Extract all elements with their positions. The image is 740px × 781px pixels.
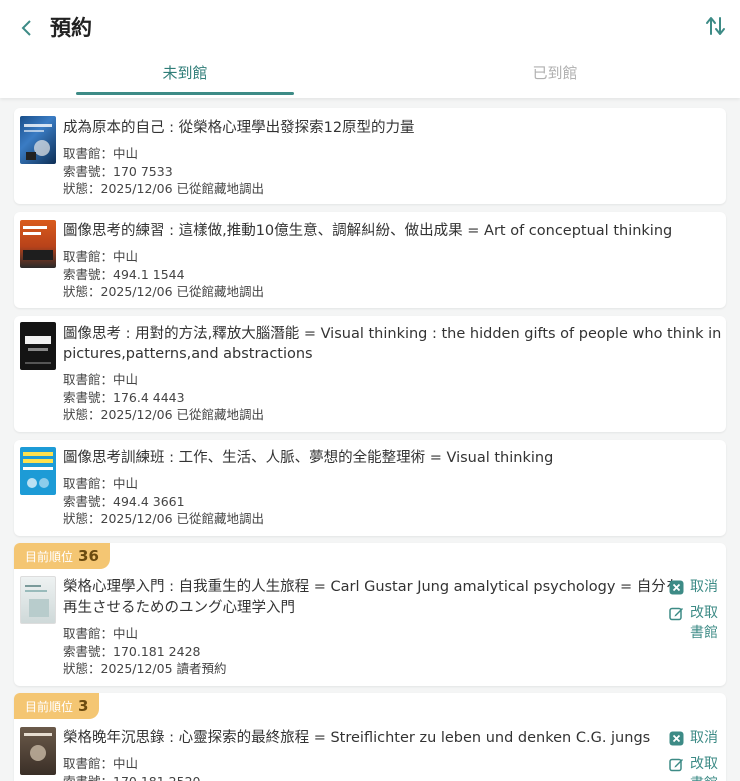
call-number: 索書號：176.4 4443	[63, 390, 185, 405]
book-title: 成為原本的自己 : 從榮格心理學出發探索12原型的力量	[63, 120, 415, 136]
call-number: 索書號：494.1 1544	[63, 267, 185, 282]
status-text: 狀態：2025/12/05 讀者預約	[63, 661, 227, 676]
book-cover	[20, 220, 56, 268]
queue-position-badge: 目前順位 3	[14, 693, 100, 719]
status-text: 狀態：2025/12/06 已從館藏地調出	[63, 511, 265, 526]
queue-label: 目前順位	[25, 549, 74, 564]
cancel-button[interactable]: 取消	[669, 728, 718, 748]
close-box-icon	[669, 731, 684, 746]
pickup-branch: 取書館：中山	[63, 756, 139, 771]
book-cover	[20, 727, 56, 775]
book-title: 圖像思考訓練班 : 工作、生活、人脈、夢想的全能整理術 = Visual thi…	[63, 450, 554, 466]
reservation-card[interactable]: 目前順位 3 榮格晚年沉思錄 : 心靈探索的最終旅程 = Streiflicht…	[14, 693, 726, 781]
call-number: 索書號：170.181 2520	[63, 773, 200, 781]
app-header: 預約 未到館 已到館	[0, 0, 740, 98]
book-title-line-2: 再生させるためのユング心理学入門	[63, 600, 295, 616]
page-title: 預約	[50, 16, 92, 40]
close-box-icon	[669, 580, 684, 595]
change-branch-button[interactable]: 改取書館	[669, 754, 718, 781]
pickup-branch: 取書館：中山	[63, 476, 139, 491]
active-tab-indicator	[76, 92, 294, 95]
call-number: 索書號：170 7533	[63, 164, 173, 179]
pickup-branch: 取書館：中山	[63, 146, 139, 161]
status-text: 狀態：2025/12/06 已從館藏地調出	[63, 284, 265, 299]
reservation-card[interactable]: 圖像思考 : 用對的方法,釋放大腦潛能 = Visual thinking : …	[14, 316, 726, 432]
queue-position-badge: 目前順位 36	[14, 543, 110, 569]
cancel-label: 取消	[690, 579, 718, 595]
book-cover	[20, 576, 56, 624]
edit-icon	[669, 607, 683, 621]
cancel-label: 取消	[690, 730, 718, 746]
pickup-branch: 取書館：中山	[63, 249, 139, 264]
reservation-card[interactable]: 成為原本的自己 : 從榮格心理學出發探索12原型的力量 取書館：中山 索書號：1…	[14, 108, 726, 204]
book-title-line-1: 榮格心理學入門 : 自我重生的人生旅程 = Carl Gustar Jung a…	[63, 579, 681, 595]
book-cover	[20, 116, 56, 164]
book-cover	[20, 447, 56, 495]
book-title-line-2: pictures,patterns,and abstractions	[63, 346, 313, 362]
cancel-button[interactable]: 取消	[669, 577, 718, 597]
reservation-card[interactable]: 圖像思考的練習 : 這樣做,推動10億生意、調解糾紛、做出成果 = Art of…	[14, 212, 726, 308]
status-text: 狀態：2025/12/06 已從館藏地調出	[63, 407, 265, 422]
back-button[interactable]	[14, 14, 40, 42]
tab-arrived[interactable]: 已到館	[370, 62, 740, 83]
call-number: 索書號：494.4 3661	[63, 494, 185, 509]
reservation-card[interactable]: 圖像思考訓練班 : 工作、生活、人脈、夢想的全能整理術 = Visual thi…	[14, 440, 726, 536]
book-title: 圖像思考的練習 : 這樣做,推動10億生意、調解糾紛、做出成果 = Art of…	[63, 223, 673, 239]
sort-arrows-icon	[706, 17, 725, 35]
pickup-branch: 取書館：中山	[63, 372, 139, 387]
change-branch-label: 改取書館	[690, 756, 718, 781]
status-text: 狀態：2025/12/06 已從館藏地調出	[63, 181, 265, 196]
call-number: 索書號：170.181 2428	[63, 644, 201, 659]
book-title-line-1: 圖像思考 : 用對的方法,釋放大腦潛能 = Visual thinking : …	[63, 326, 722, 342]
sort-button[interactable]	[704, 14, 728, 38]
queue-number: 36	[78, 547, 99, 565]
tab-not-arrived[interactable]: 未到館	[0, 62, 370, 83]
book-cover	[20, 322, 56, 370]
queue-number: 3	[78, 697, 89, 715]
edit-icon	[669, 758, 683, 772]
chevron-left-icon	[21, 20, 31, 36]
queue-label: 目前順位	[25, 699, 74, 714]
pickup-branch: 取書館：中山	[63, 626, 139, 641]
change-branch-label: 改取書館	[690, 605, 718, 641]
book-title: 榮格晚年沉思錄 : 心靈探索的最終旅程 = Streiflichter zu l…	[63, 730, 651, 746]
change-branch-button[interactable]: 改取書館	[669, 603, 718, 643]
reservation-card[interactable]: 目前順位 36 榮格心理學入門 : 自我重生的人生旅程 = Carl Gusta…	[14, 543, 726, 686]
